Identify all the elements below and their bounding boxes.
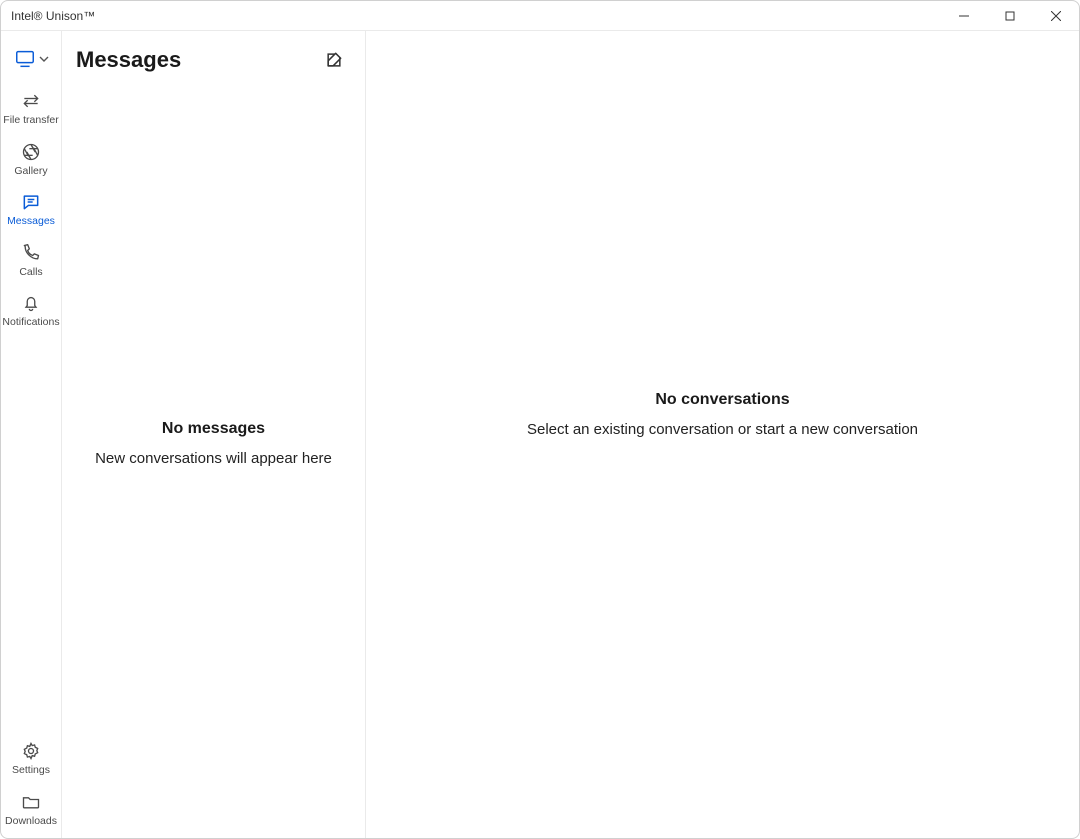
chat-icon bbox=[21, 192, 41, 212]
monitor-icon bbox=[13, 48, 37, 70]
device-selector[interactable] bbox=[1, 37, 61, 81]
minimize-button[interactable] bbox=[941, 1, 987, 30]
sidebar: File transfer Gallery bbox=[1, 31, 62, 838]
messages-empty-state: No messages New conversations will appea… bbox=[62, 69, 365, 818]
window-title: Intel® Unison™ bbox=[11, 9, 95, 23]
titlebar: Intel® Unison™ bbox=[1, 1, 1079, 31]
maximize-button[interactable] bbox=[987, 1, 1033, 30]
minimize-icon bbox=[959, 11, 969, 21]
empty-subtext: Select an existing conversation or start… bbox=[527, 421, 918, 438]
empty-heading: No conversations bbox=[527, 391, 918, 409]
folder-icon bbox=[21, 792, 41, 812]
empty-subtext: New conversations will appear here bbox=[95, 450, 332, 467]
sidebar-item-file-transfer[interactable]: File transfer bbox=[1, 81, 61, 132]
sidebar-item-label: Calls bbox=[19, 267, 42, 278]
sidebar-item-settings[interactable]: Settings bbox=[1, 731, 61, 782]
sidebar-item-messages[interactable]: Messages bbox=[1, 182, 61, 233]
sidebar-item-downloads[interactable]: Downloads bbox=[1, 782, 61, 833]
gear-icon bbox=[21, 741, 41, 761]
sidebar-item-label: Notifications bbox=[2, 317, 59, 328]
sidebar-item-gallery[interactable]: Gallery bbox=[1, 132, 61, 183]
app-body: File transfer Gallery bbox=[1, 31, 1079, 838]
sidebar-item-label: Messages bbox=[7, 216, 55, 227]
close-button[interactable] bbox=[1033, 1, 1079, 30]
sidebar-item-label: Downloads bbox=[5, 816, 57, 827]
bell-icon bbox=[21, 293, 41, 313]
sidebar-item-label: File transfer bbox=[3, 115, 58, 126]
chevron-down-icon bbox=[39, 54, 49, 64]
sidebar-item-label: Settings bbox=[12, 765, 50, 776]
sidebar-item-notifications[interactable]: Notifications bbox=[1, 283, 61, 334]
transfer-icon bbox=[21, 91, 41, 111]
app-window: Intel® Unison™ bbox=[0, 0, 1080, 839]
compose-icon bbox=[324, 50, 344, 70]
aperture-icon bbox=[21, 142, 41, 162]
messages-list-pane: Messages No messages New conversations w… bbox=[62, 31, 366, 838]
sidebar-item-calls[interactable]: Calls bbox=[1, 233, 61, 284]
phone-icon bbox=[21, 243, 41, 263]
window-controls bbox=[941, 1, 1079, 30]
sidebar-item-label: Gallery bbox=[14, 166, 47, 177]
close-icon bbox=[1051, 11, 1061, 21]
maximize-icon bbox=[1005, 11, 1015, 21]
conversation-detail-pane: No conversations Select an existing conv… bbox=[366, 31, 1079, 838]
empty-heading: No messages bbox=[162, 420, 265, 438]
